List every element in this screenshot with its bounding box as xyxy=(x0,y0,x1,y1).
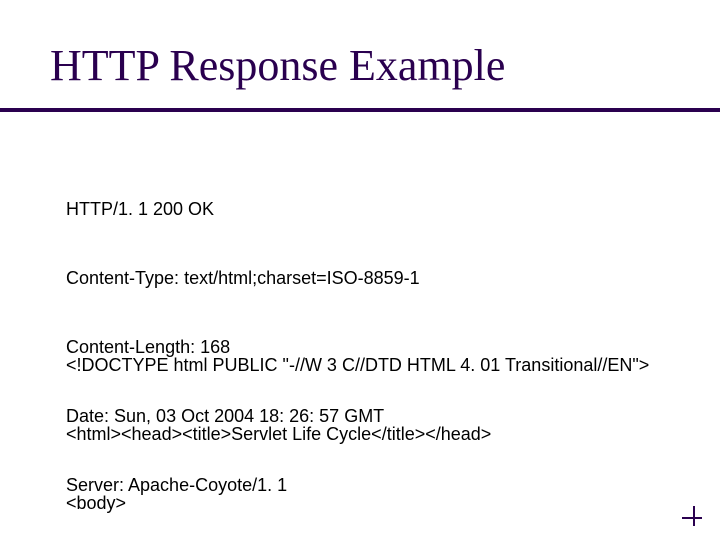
slide: HTTP Response Example HTTP/1. 1 200 OK C… xyxy=(0,0,720,540)
body-line: <html><head><title>Servlet Life Cycle</t… xyxy=(66,423,649,446)
header-line: Content-Type: text/html;charset=ISO-8859… xyxy=(66,267,420,290)
body-line: <!DOCTYPE html PUBLIC "-//W 3 C//DTD HTM… xyxy=(66,354,649,377)
title-underline xyxy=(0,108,720,112)
http-body-block: <!DOCTYPE html PUBLIC "-//W 3 C//DTD HTM… xyxy=(66,308,649,540)
body-line: <body> xyxy=(66,492,649,515)
corner-accent-icon xyxy=(682,506,702,526)
slide-title: HTTP Response Example xyxy=(50,40,505,91)
header-line: HTTP/1. 1 200 OK xyxy=(66,198,420,221)
